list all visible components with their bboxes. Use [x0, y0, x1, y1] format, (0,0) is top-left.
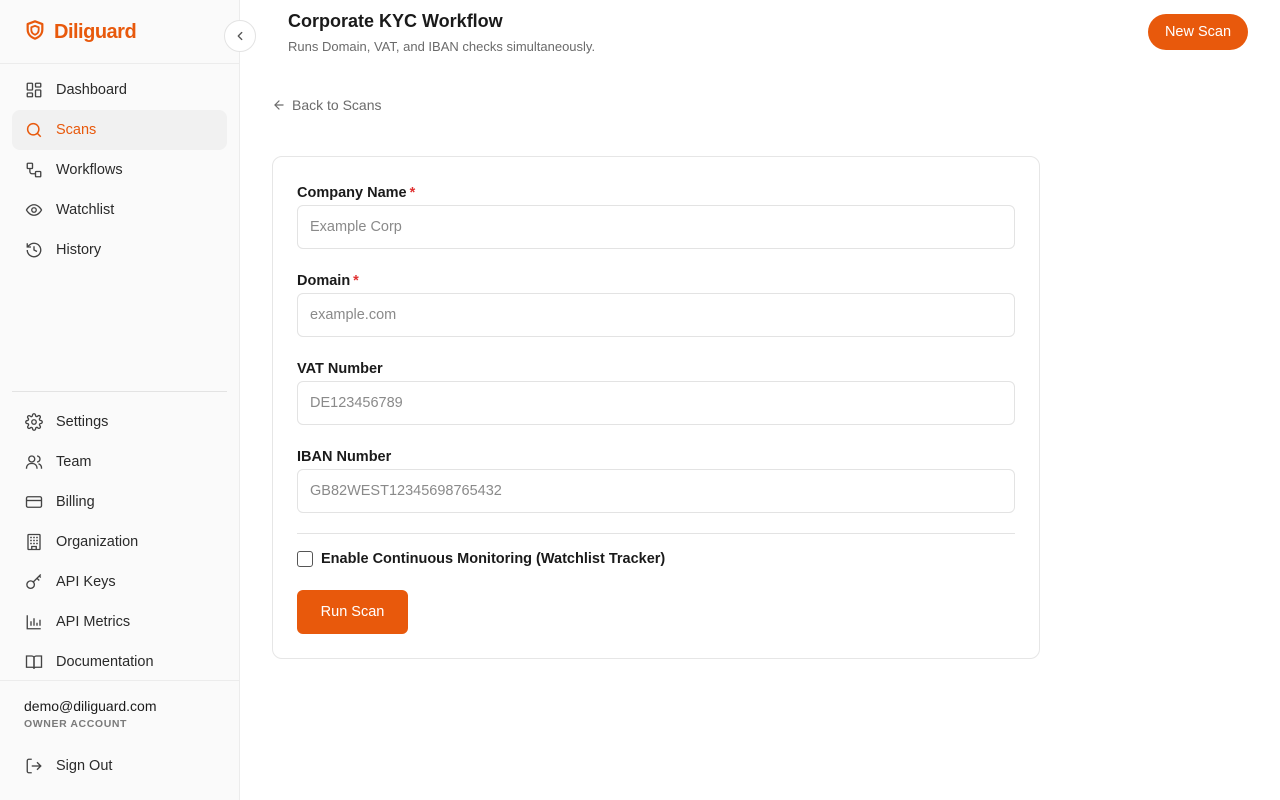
- primary-nav: Dashboard Scans Workflows Watchlist Hist…: [12, 70, 227, 270]
- iban-number-input[interactable]: [297, 469, 1015, 513]
- vat-number-label: VAT Number: [297, 361, 383, 377]
- sidebar-item-label: Billing: [56, 494, 95, 510]
- sidebar-item-label: Team: [56, 454, 92, 470]
- collapse-sidebar-button[interactable]: [224, 20, 256, 52]
- back-to-scans-link[interactable]: Back to Scans: [272, 97, 382, 113]
- monitoring-label: Enable Continuous Monitoring (Watchlist …: [321, 551, 666, 567]
- sign-out-button[interactable]: Sign Out: [12, 746, 227, 786]
- sidebar-item-label: Settings: [56, 414, 109, 430]
- vat-number-input[interactable]: [297, 381, 1015, 425]
- sidebar-item-dashboard[interactable]: Dashboard: [12, 70, 227, 110]
- eye-icon: [24, 200, 44, 220]
- monitoring-option[interactable]: Enable Continuous Monitoring (Watchlist …: [297, 551, 665, 567]
- search-icon: [24, 120, 44, 140]
- user-email: demo@diliguard.com: [24, 698, 157, 714]
- divider: [0, 680, 239, 681]
- bar-chart-icon: [24, 612, 44, 632]
- sign-out-label: Sign Out: [56, 758, 113, 774]
- back-link-label: Back to Scans: [292, 97, 382, 113]
- brand-name: Diliguard: [54, 20, 137, 43]
- team-icon: [24, 452, 44, 472]
- sidebar: Diliguard Dashboard Scans Workflows Watc…: [0, 0, 240, 800]
- sign-out-area: Sign Out: [12, 746, 227, 786]
- sidebar-item-label: Workflows: [56, 162, 123, 178]
- sidebar-item-history[interactable]: History: [12, 230, 227, 270]
- sidebar-item-label: Dashboard: [56, 82, 127, 98]
- secondary-nav: Settings Team Billing Organization API K…: [12, 402, 227, 682]
- required-marker: *: [409, 185, 416, 201]
- sign-out-icon: [24, 756, 44, 776]
- company-name-input[interactable]: [297, 205, 1015, 249]
- building-icon: [24, 532, 44, 552]
- new-scan-button[interactable]: New Scan: [1148, 14, 1248, 50]
- domain-label: Domain *: [297, 273, 359, 289]
- domain-label-text: Domain: [297, 273, 351, 289]
- sidebar-item-organization[interactable]: Organization: [12, 522, 227, 562]
- book-icon: [24, 652, 44, 672]
- arrow-left-icon: [272, 98, 286, 112]
- required-marker: *: [353, 273, 359, 289]
- domain-input[interactable]: [297, 293, 1015, 337]
- sidebar-item-watchlist[interactable]: Watchlist: [12, 190, 227, 230]
- scan-form-card: Company Name* Domain* VAT Number IBAN Nu…: [272, 156, 1040, 659]
- sidebar-item-workflows[interactable]: Workflows: [12, 150, 227, 190]
- sidebar-item-billing[interactable]: Billing: [12, 482, 227, 522]
- user-role: OWNER ACCOUNT: [24, 718, 128, 730]
- sidebar-item-label: Scans: [56, 122, 97, 138]
- sidebar-item-api-keys[interactable]: API Keys: [12, 562, 227, 602]
- sidebar-item-settings[interactable]: Settings: [12, 402, 227, 442]
- monitoring-checkbox[interactable]: [297, 551, 313, 567]
- sidebar-item-api-metrics[interactable]: API Metrics: [12, 602, 227, 642]
- workflow-icon: [24, 160, 44, 180]
- dashboard-icon: [24, 80, 44, 100]
- run-scan-button[interactable]: Run Scan: [297, 590, 408, 634]
- history-icon: [24, 240, 44, 260]
- sidebar-item-label: Organization: [56, 534, 139, 550]
- sidebar-item-scans[interactable]: Scans: [12, 110, 227, 150]
- gear-icon: [24, 412, 44, 432]
- sidebar-item-label: Watchlist: [56, 202, 115, 218]
- sidebar-item-label: History: [56, 242, 102, 258]
- sidebar-item-documentation[interactable]: Documentation: [12, 642, 227, 682]
- brand-logo[interactable]: Diliguard: [24, 18, 137, 46]
- shield-icon: [24, 19, 46, 46]
- divider: [0, 63, 239, 64]
- divider: [12, 391, 227, 392]
- sidebar-item-label: API Keys: [56, 574, 116, 590]
- iban-number-label: IBAN Number: [297, 449, 392, 465]
- page-title: Corporate KYC Workflow: [288, 11, 503, 31]
- sidebar-item-label: API Metrics: [56, 614, 131, 630]
- sidebar-item-team[interactable]: Team: [12, 442, 227, 482]
- sidebar-item-label: Documentation: [56, 654, 154, 670]
- divider: [297, 533, 1015, 534]
- company-name-label-text: Company Name: [297, 185, 407, 201]
- credit-card-icon: [24, 492, 44, 512]
- chevron-left-icon: [233, 29, 247, 43]
- company-name-label: Company Name *: [297, 185, 415, 201]
- page-subtitle: Runs Domain, VAT, and IBAN checks simult…: [288, 39, 596, 54]
- key-icon: [24, 572, 44, 592]
